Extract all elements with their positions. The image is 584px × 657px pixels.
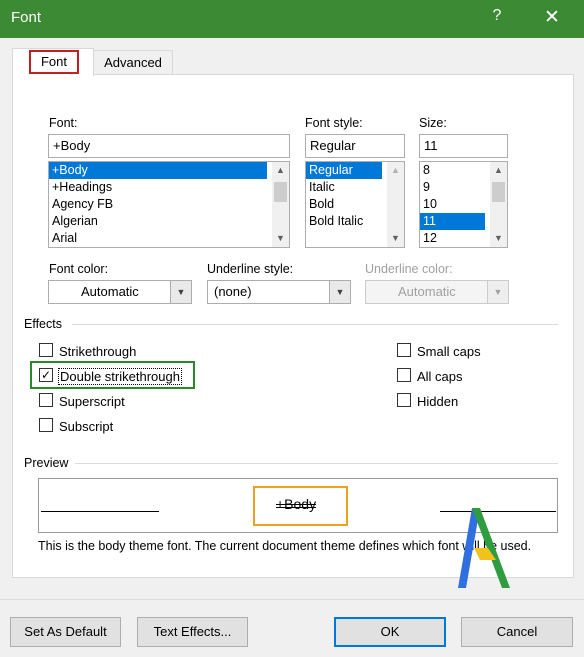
- font-color-dropdown[interactable]: Automatic ▼: [48, 280, 192, 304]
- scroll-down-arrow-icon[interactable]: ▼: [272, 230, 289, 247]
- font-list-item[interactable]: +Body: [49, 162, 267, 179]
- chevron-down-icon: ▼: [487, 281, 508, 303]
- font-list-item[interactable]: Agency FB: [49, 196, 289, 213]
- subscript-checkbox[interactable]: [39, 418, 53, 432]
- footer-separator: [0, 599, 584, 600]
- superscript-checkbox[interactable]: [39, 393, 53, 407]
- font-list-scrollbar[interactable]: ▲ ▼: [272, 162, 289, 247]
- underline-color-dropdown: Automatic ▼: [365, 280, 509, 304]
- double-strikethrough-label[interactable]: Double strikethrough: [58, 368, 182, 385]
- strikethrough-label[interactable]: Strikethrough: [59, 344, 136, 359]
- font-style-input[interactable]: Regular: [305, 134, 405, 158]
- font-list-item[interactable]: Arial: [49, 230, 289, 247]
- double-strikethrough-checkbox[interactable]: ✓: [39, 368, 53, 382]
- set-as-default-button[interactable]: Set As Default: [10, 617, 121, 647]
- font-input[interactable]: +Body: [48, 134, 290, 158]
- text-effects-button[interactable]: Text Effects...: [137, 617, 248, 647]
- preview-separator: [75, 463, 558, 464]
- underline-style-label: Underline style:: [207, 262, 294, 276]
- font-style-list[interactable]: Regular Italic Bold Bold Italic ▲ ▼: [305, 161, 405, 248]
- preview-baseline-left: [41, 511, 159, 512]
- underline-color-value: Automatic: [398, 284, 456, 299]
- all-caps-checkbox[interactable]: [397, 368, 411, 382]
- effects-group-label: Effects: [24, 317, 62, 331]
- small-caps-label[interactable]: Small caps: [417, 344, 481, 359]
- scroll-up-arrow-icon[interactable]: ▲: [490, 162, 507, 179]
- scroll-up-arrow-icon[interactable]: ▲: [272, 162, 289, 179]
- strike-line-bottom: [276, 507, 317, 508]
- scroll-thumb[interactable]: [492, 182, 505, 202]
- chevron-down-icon[interactable]: ▼: [170, 281, 191, 303]
- size-list[interactable]: 8 9 10 11 12 ▲ ▼: [419, 161, 508, 248]
- preview-group-label: Preview: [24, 456, 69, 470]
- chevron-down-icon[interactable]: ▼: [329, 281, 350, 303]
- font-list[interactable]: +Body +Headings Agency FB Algerian Arial…: [48, 161, 290, 248]
- font-color-label: Font color:: [49, 262, 109, 276]
- size-input[interactable]: 11: [419, 134, 508, 158]
- underline-style-value: (none): [214, 284, 252, 299]
- cancel-button[interactable]: Cancel: [461, 617, 573, 647]
- help-button[interactable]: ?: [488, 7, 506, 25]
- font-label: Font:: [49, 116, 78, 130]
- tab-advanced[interactable]: Advanced: [93, 50, 173, 74]
- scroll-up-arrow-icon[interactable]: ▲: [387, 162, 404, 179]
- scroll-down-arrow-icon[interactable]: ▼: [490, 230, 507, 247]
- hidden-label[interactable]: Hidden: [417, 394, 458, 409]
- watermark-logo-icon: [458, 508, 510, 588]
- font-color-value: Automatic: [81, 284, 139, 299]
- all-caps-label[interactable]: All caps: [417, 369, 463, 384]
- style-list-scrollbar[interactable]: ▲ ▼: [387, 162, 404, 247]
- size-list-scrollbar[interactable]: ▲ ▼: [490, 162, 507, 247]
- subscript-label[interactable]: Subscript: [59, 419, 113, 434]
- strikethrough-checkbox[interactable]: [39, 343, 53, 357]
- strike-line-top: [276, 504, 317, 505]
- tab-font-label[interactable]: Font: [30, 50, 78, 74]
- font-list-item[interactable]: +Headings: [49, 179, 289, 196]
- size-list-item[interactable]: 11: [420, 213, 485, 230]
- window-title: Font: [11, 9, 42, 26]
- close-button[interactable]: ✕: [540, 6, 564, 29]
- font-style-label: Font style:: [305, 116, 363, 130]
- small-caps-checkbox[interactable]: [397, 343, 411, 357]
- effects-separator: [72, 324, 558, 325]
- hidden-checkbox[interactable]: [397, 393, 411, 407]
- scroll-down-arrow-icon[interactable]: ▼: [387, 230, 404, 247]
- size-label: Size:: [419, 116, 447, 130]
- underline-style-dropdown[interactable]: (none) ▼: [207, 280, 351, 304]
- underline-color-label: Underline color:: [365, 262, 453, 276]
- style-list-item[interactable]: Regular: [306, 162, 382, 179]
- superscript-label[interactable]: Superscript: [59, 394, 125, 409]
- font-list-item[interactable]: Algerian: [49, 213, 289, 230]
- scroll-thumb[interactable]: [274, 182, 287, 202]
- preview-sample-text: +Body: [276, 496, 317, 512]
- ok-button[interactable]: OK: [334, 617, 446, 647]
